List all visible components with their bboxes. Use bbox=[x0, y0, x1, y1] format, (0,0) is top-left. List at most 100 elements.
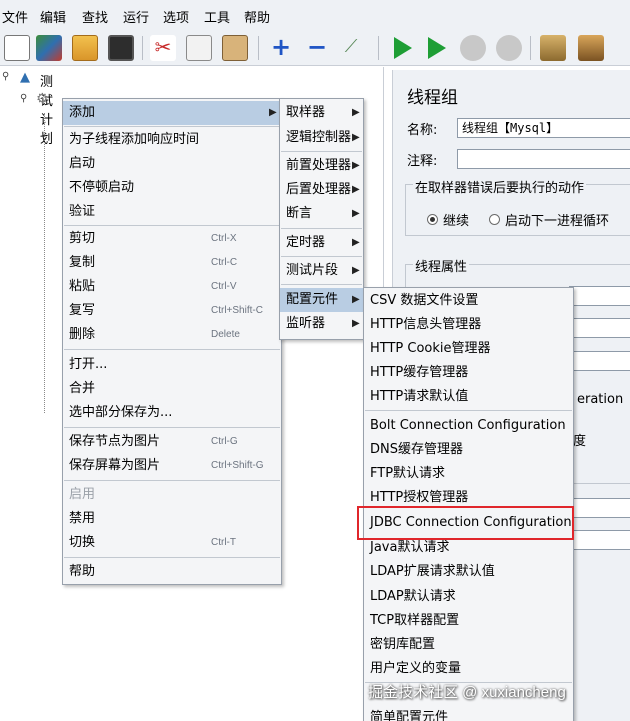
threads-field[interactable] bbox=[569, 286, 630, 306]
save-icon[interactable] bbox=[108, 35, 134, 61]
toggle-icon[interactable]: ⟋ bbox=[338, 35, 364, 61]
shutdown-icon[interactable] bbox=[496, 35, 522, 61]
submenu-item-listener[interactable]: 监听器 ▶ bbox=[280, 312, 363, 336]
menu-item-save-selection[interactable]: 选中部分保存为... bbox=[63, 401, 281, 425]
config-item-http-defaults[interactable]: HTTP请求默认值 bbox=[364, 385, 573, 409]
rampup-field[interactable] bbox=[569, 318, 630, 338]
config-item-tcp-config[interactable]: TCP取样器配置 bbox=[364, 609, 573, 633]
menu-edit[interactable]: 编辑 bbox=[40, 7, 66, 26]
expand-icon[interactable]: + bbox=[268, 35, 294, 61]
menu-item-delete[interactable]: 删除 Delete bbox=[63, 323, 281, 347]
config-item-dns-cache[interactable]: DNS缓存管理器 bbox=[364, 438, 573, 462]
next-loop-radio[interactable] bbox=[489, 214, 500, 225]
config-item-csv[interactable]: CSV 数据文件设置 bbox=[364, 289, 573, 313]
menu-item-label: 验证 bbox=[69, 204, 96, 219]
menu-item-start[interactable]: 启动 bbox=[63, 152, 281, 176]
config-item-ftp-defaults[interactable]: FTP默认请求 bbox=[364, 462, 573, 486]
name-field[interactable]: 线程组【Mysql】 bbox=[457, 118, 630, 138]
menu-search[interactable]: 查找 bbox=[82, 7, 108, 26]
clear-icon[interactable] bbox=[540, 35, 566, 61]
submenu-arrow-icon: ▶ bbox=[352, 107, 360, 118]
start-icon[interactable] bbox=[394, 37, 412, 59]
menu-item-cut[interactable]: 剪切 Ctrl-X bbox=[63, 227, 281, 251]
menu-item-save-node-image[interactable]: 保存节点为图片 Ctrl-G bbox=[63, 430, 281, 454]
loop-count-field[interactable] bbox=[569, 351, 630, 371]
submenu-item-timer[interactable]: 定时器 ▶ bbox=[280, 231, 363, 255]
submenu-item-pre-processor[interactable]: 前置处理器 ▶ bbox=[280, 154, 363, 178]
menu-item-help[interactable]: 帮助 bbox=[63, 560, 281, 584]
menu-separator bbox=[64, 126, 280, 127]
duration-field[interactable] bbox=[569, 498, 630, 518]
menu-item-validate[interactable]: 验证 bbox=[63, 200, 281, 224]
comment-label: 注释: bbox=[407, 154, 438, 169]
menu-item-add[interactable]: 添加 ▶ bbox=[63, 101, 281, 125]
config-item-cache-manager[interactable]: HTTP缓存管理器 bbox=[364, 361, 573, 385]
submenu-item-post-processor[interactable]: 后置处理器 ▶ bbox=[280, 178, 363, 202]
config-item-cookie-manager[interactable]: HTTP Cookie管理器 bbox=[364, 337, 573, 361]
menu-item-label: 禁用 bbox=[69, 511, 96, 526]
menu-item-paste[interactable]: 粘贴 Ctrl-V bbox=[63, 275, 281, 299]
config-item-ldap-ext-defaults[interactable]: LDAP扩展请求默认值 bbox=[364, 560, 573, 584]
config-item-keystore[interactable]: 密钥库配置 bbox=[364, 633, 573, 657]
menu-item-label: 切换 bbox=[69, 535, 96, 550]
menu-item-add-response-time[interactable]: 为子线程添加响应时间 bbox=[63, 128, 281, 152]
tree-toggle-icon[interactable]: ⚲ bbox=[20, 93, 27, 104]
paste-icon[interactable] bbox=[222, 35, 248, 61]
submenu-item-assertion[interactable]: 断言 ▶ bbox=[280, 202, 363, 226]
comment-field[interactable] bbox=[457, 149, 630, 169]
shortcut-text: Ctrl+Shift-G bbox=[211, 460, 264, 471]
clear-all-icon[interactable] bbox=[578, 35, 604, 61]
submenu-arrow-icon: ▶ bbox=[352, 294, 360, 305]
menu-item-label: DNS缓存管理器 bbox=[370, 442, 463, 457]
menu-item-toggle[interactable]: 切换 Ctrl-T bbox=[63, 531, 281, 555]
menu-help[interactable]: 帮助 bbox=[244, 7, 270, 26]
menu-tools[interactable]: 工具 bbox=[204, 7, 230, 26]
cut-icon[interactable]: ✂ bbox=[150, 35, 176, 61]
menu-item-label: 选中部分保存为... bbox=[69, 405, 173, 420]
menu-item-start-no-pauses[interactable]: 不停顿启动 bbox=[63, 176, 281, 200]
tree-toggle-icon[interactable]: ⚲ bbox=[2, 71, 9, 82]
watermark-text: 掘金技术社区 @ xuxiancheng bbox=[368, 684, 566, 701]
continue-radio[interactable] bbox=[427, 214, 438, 225]
menu-item-merge[interactable]: 合并 bbox=[63, 377, 281, 401]
menu-item-label: 打开... bbox=[69, 357, 108, 372]
open-icon[interactable] bbox=[72, 35, 98, 61]
menu-item-label: 用户定义的变量 bbox=[370, 661, 462, 676]
config-item-ldap-defaults[interactable]: LDAP默认请求 bbox=[364, 585, 573, 609]
config-item-header-manager[interactable]: HTTP信息头管理器 bbox=[364, 313, 573, 337]
menu-item-label: 帮助 bbox=[69, 564, 96, 579]
submenu-item-test-fragment[interactable]: 测试片段 ▶ bbox=[280, 259, 363, 283]
copy-icon[interactable] bbox=[186, 35, 212, 61]
menu-item-disable[interactable]: 禁用 bbox=[63, 507, 281, 531]
menu-item-open[interactable]: 打开... bbox=[63, 353, 281, 377]
menu-options[interactable]: 选项 bbox=[163, 7, 189, 26]
config-element-submenu: CSV 数据文件设置 HTTP信息头管理器 HTTP Cookie管理器 HTT… bbox=[363, 287, 574, 721]
startup-delay-field[interactable] bbox=[569, 530, 630, 550]
tree-guide-line bbox=[44, 113, 45, 413]
submenu-item-config-element[interactable]: 配置元件 ▶ bbox=[280, 288, 363, 312]
menu-item-label: 监听器 bbox=[286, 316, 326, 331]
menu-bar: 文件 编辑 查找 运行 选项 工具 帮助 bbox=[0, 0, 630, 30]
menu-run[interactable]: 运行 bbox=[123, 7, 149, 26]
config-item-simple-config[interactable]: 简单配置元件 bbox=[364, 706, 573, 721]
config-item-bolt[interactable]: Bolt Connection Configuration bbox=[364, 414, 573, 438]
collapse-icon[interactable]: − bbox=[304, 35, 330, 61]
submenu-item-sampler[interactable]: 取样器 ▶ bbox=[280, 101, 363, 125]
gear-icon: ⚙ bbox=[36, 91, 49, 107]
menu-item-save-screen-image[interactable]: 保存屏幕为图片 Ctrl+Shift-G bbox=[63, 454, 281, 478]
menu-item-label: 逻辑控制器 bbox=[286, 130, 352, 145]
config-item-user-variables[interactable]: 用户定义的变量 bbox=[364, 657, 573, 681]
shortcut-text: Ctrl-V bbox=[211, 281, 237, 292]
stop-icon[interactable] bbox=[460, 35, 486, 61]
templates-icon[interactable] bbox=[36, 35, 62, 61]
start-no-pauses-icon[interactable] bbox=[428, 37, 446, 59]
menu-item-copy[interactable]: 复制 Ctrl-C bbox=[63, 251, 281, 275]
submenu-item-logic-controller[interactable]: 逻辑控制器 ▶ bbox=[280, 126, 363, 150]
menu-item-duplicate[interactable]: 复写 Ctrl+Shift-C bbox=[63, 299, 281, 323]
next-loop-label: 启动下一进程循环 bbox=[505, 214, 610, 229]
menu-file[interactable]: 文件 bbox=[2, 7, 28, 26]
menu-item-label: 取样器 bbox=[286, 105, 326, 120]
new-icon[interactable] bbox=[4, 35, 30, 61]
menu-item-label: LDAP默认请求 bbox=[370, 589, 456, 604]
toolbar-separator bbox=[378, 36, 379, 60]
